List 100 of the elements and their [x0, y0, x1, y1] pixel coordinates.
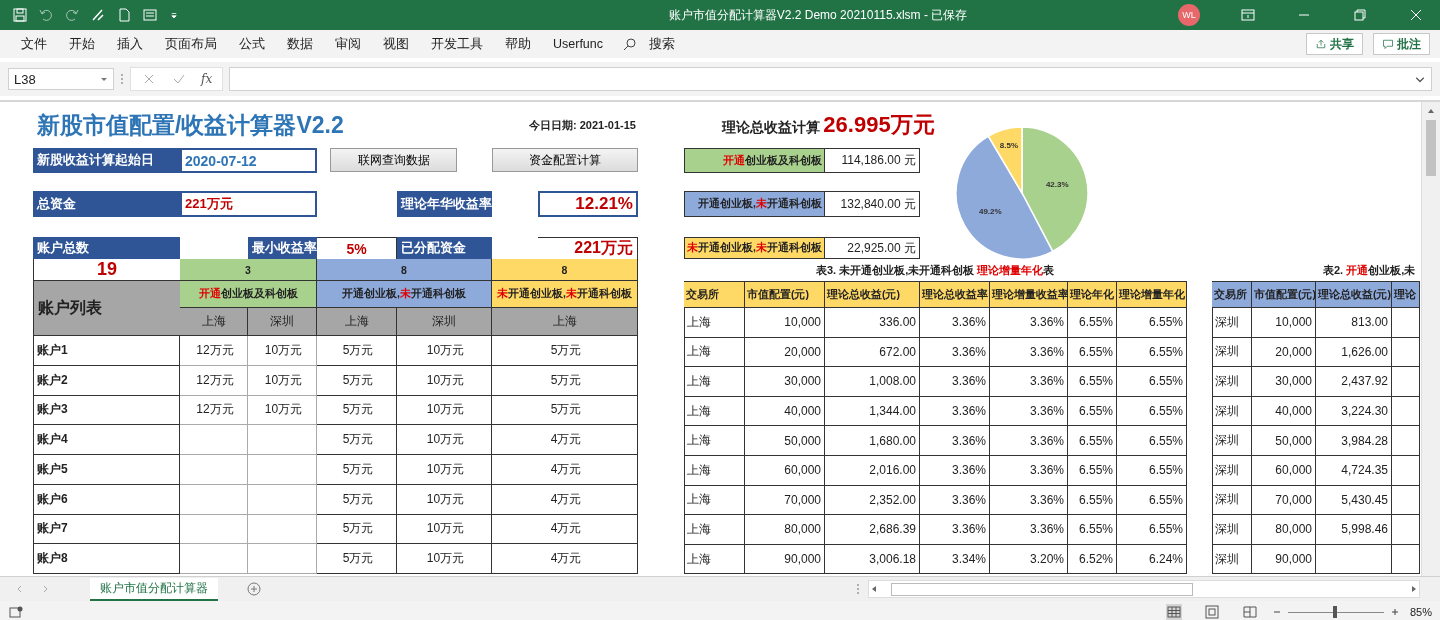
- table-cell: 上海: [684, 337, 745, 368]
- table-cell: 4万元: [492, 514, 638, 545]
- table-cell: [1392, 455, 1420, 486]
- table-cell: 6.55%: [1068, 485, 1117, 516]
- table-cell: 3.36%: [990, 396, 1068, 427]
- zoom-slider[interactable]: [1333, 605, 1338, 618]
- table-cell: 6.55%: [1117, 308, 1187, 338]
- allocated-value: 221万元: [538, 237, 638, 259]
- menu-tab[interactable]: 视图: [372, 35, 420, 53]
- menu-tab[interactable]: Userfunc: [542, 37, 615, 51]
- table-cell: 上海: [684, 308, 745, 338]
- table-cell: [248, 514, 317, 545]
- query-button[interactable]: 联网查询数据: [330, 148, 457, 172]
- table-cell: [248, 455, 317, 485]
- table-cell: [180, 544, 248, 574]
- comments-button[interactable]: 批注: [1373, 33, 1430, 55]
- column-header: 市值配置(元): [745, 281, 825, 308]
- form-icon[interactable]: [142, 7, 158, 23]
- zoom-level[interactable]: 85%: [1409, 606, 1432, 618]
- table-cell: 3.36%: [990, 308, 1068, 338]
- table-cell: 70,000: [1252, 485, 1316, 516]
- total-funds-field[interactable]: 221万元: [180, 191, 317, 217]
- group-count: 8: [317, 259, 492, 281]
- group-header: 开通创业板及科创板: [180, 281, 317, 308]
- table-cell: 上海: [684, 485, 745, 516]
- group-return-value: 22,925.00 元: [825, 237, 920, 259]
- menu-tab[interactable]: 文件: [10, 35, 58, 53]
- add-sheet-icon[interactable]: [246, 581, 262, 597]
- pen-icon[interactable]: [90, 7, 106, 23]
- account-name: 账户1: [33, 336, 180, 366]
- group-return-label: 开通创业板及科创板: [684, 148, 825, 173]
- column-header: 交易所: [1212, 281, 1252, 308]
- account-name: 账户6: [33, 484, 180, 515]
- table-cell: 6.55%: [1117, 367, 1187, 397]
- table-cell: 3,006.18: [825, 544, 920, 575]
- redo-icon[interactable]: [64, 7, 80, 23]
- menu-tab[interactable]: 开发工具: [420, 35, 494, 53]
- group-return-value: 132,840.00 元: [825, 191, 920, 217]
- save-icon[interactable]: [12, 7, 28, 23]
- table-cell: 3.36%: [920, 308, 990, 338]
- share-button[interactable]: 共享: [1306, 33, 1363, 55]
- column-header: 交易所: [684, 281, 745, 308]
- total-return-heading: 理论总收益计算 26.995万元: [720, 111, 936, 139]
- table-cell: [180, 425, 248, 455]
- scrollbar-thumb[interactable]: [891, 582, 1193, 596]
- menu-tab[interactable]: 插入: [106, 35, 154, 53]
- menu-tab[interactable]: 公式: [228, 35, 276, 53]
- annual-rate-value: 12.21%: [538, 191, 638, 217]
- table-cell: 2,352.00: [825, 485, 920, 516]
- allocate-button[interactable]: 资金配置计算: [492, 148, 638, 172]
- data-label: 8.5%: [999, 141, 1019, 151]
- zoom-in-icon[interactable]: [1389, 607, 1400, 617]
- column-header: 上海: [492, 308, 638, 336]
- normal-view-icon[interactable]: [1165, 604, 1182, 620]
- table-cell: 5万元: [317, 514, 397, 545]
- account-name: 账户3: [33, 395, 180, 426]
- formula-input[interactable]: [229, 67, 1432, 91]
- table-cell: 30,000: [1252, 367, 1316, 397]
- menu-tab[interactable]: 数据: [276, 35, 324, 53]
- menu-tab[interactable]: 页面布局: [154, 35, 228, 53]
- table-cell: 4,724.35: [1316, 455, 1392, 486]
- column-header: 上海: [317, 308, 397, 336]
- table-cell: 4万元: [492, 425, 638, 455]
- comment-icon: [1382, 38, 1394, 50]
- close-icon[interactable]: [1408, 7, 1424, 23]
- expand-icon[interactable]: [1415, 74, 1425, 84]
- menu-tab[interactable]: 帮助: [494, 35, 542, 53]
- scrollbar-thumb[interactable]: [1426, 120, 1436, 176]
- sheet-tab[interactable]: 账户市值分配计算器: [90, 577, 218, 601]
- page-layout-icon[interactable]: [1203, 604, 1220, 620]
- macro-record-icon[interactable]: [8, 604, 24, 620]
- table-cell: 深圳: [1212, 515, 1252, 545]
- account-name: 账户8: [33, 544, 180, 574]
- table-cell: 上海: [684, 396, 745, 427]
- menu-tab[interactable]: 审阅: [324, 35, 372, 53]
- table-cell: 80,000: [745, 515, 825, 545]
- date-field[interactable]: 2020-07-12: [180, 148, 317, 173]
- table-cell: 10万元: [397, 514, 492, 545]
- column-header: 理论增量年化: [1117, 281, 1187, 308]
- undo-icon[interactable]: [38, 7, 54, 23]
- menu-tab[interactable]: 开始: [58, 35, 106, 53]
- table-cell: 5万元: [492, 365, 638, 396]
- table-cell: [1392, 396, 1420, 427]
- table-cell: [248, 544, 317, 574]
- table-cell: 6.55%: [1117, 337, 1187, 368]
- table-cell: 5万元: [317, 455, 397, 485]
- ribbon-display-icon[interactable]: [1240, 7, 1256, 23]
- column-header: 市值配置(元): [1252, 281, 1316, 308]
- document-icon[interactable]: [116, 7, 132, 23]
- table-cell: [1392, 485, 1420, 516]
- restore-icon[interactable]: [1352, 7, 1368, 23]
- table-cell: [1392, 515, 1420, 545]
- search-icon[interactable]: [622, 36, 639, 52]
- name-box[interactable]: L38: [8, 68, 114, 90]
- table-cell: 1,344.00: [825, 396, 920, 427]
- insert-function-button[interactable]: fx: [201, 72, 213, 86]
- table-cell: 5万元: [492, 395, 638, 426]
- search-label[interactable]: 搜索: [638, 35, 687, 53]
- table-cell: [180, 514, 248, 545]
- page-break-icon[interactable]: [1241, 604, 1258, 620]
